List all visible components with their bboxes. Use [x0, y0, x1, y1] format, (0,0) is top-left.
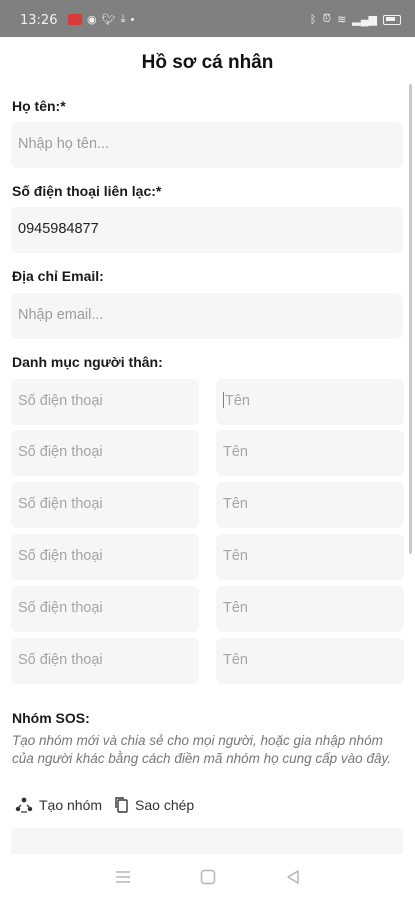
- copy-button[interactable]: Sao chép: [114, 796, 194, 814]
- youtube-icon: [68, 14, 82, 25]
- phone-input[interactable]: 0945984877: [11, 207, 403, 253]
- menu-button[interactable]: [108, 862, 138, 892]
- relative-phone-input[interactable]: Số điện thoại: [11, 379, 199, 425]
- notification-icons: ◉ 🐦︎ ⤓ •: [68, 13, 134, 26]
- relative-name-input[interactable]: Tên: [216, 586, 404, 632]
- signal-icon: ▂▄▆: [352, 14, 377, 26]
- relative-name-input[interactable]: Tên: [216, 379, 404, 425]
- sos-label: Nhóm SOS:: [12, 710, 90, 726]
- sos-group-code-input[interactable]: [11, 828, 403, 854]
- relative-phone-input[interactable]: Số điện thoại: [11, 638, 199, 684]
- battery-icon: [383, 14, 401, 25]
- home-button[interactable]: [193, 862, 223, 892]
- relative-phone-input[interactable]: Số điện thoại: [11, 430, 199, 476]
- system-icons: ᛒ ⏰︎ ≋ ▂▄▆: [310, 13, 401, 26]
- copy-icon: [115, 797, 128, 813]
- email-label: Địa chỉ Email:: [12, 268, 104, 284]
- system-nav-bar: [0, 854, 415, 900]
- home-square-icon: [200, 869, 215, 885]
- relative-name-placeholder: Tên: [225, 393, 250, 409]
- back-button[interactable]: [278, 862, 308, 892]
- relative-phone-input[interactable]: Số điện thoại: [11, 482, 199, 528]
- sos-description: Tạo nhóm mới và chia sẻ cho mọi người, h…: [12, 733, 391, 766]
- bluetooth-icon: ᛒ: [309, 13, 317, 26]
- wifi-icon: ≋: [337, 14, 347, 26]
- phone-label: Số điện thoại liên lạc:*: [12, 183, 162, 199]
- text-caret: [223, 392, 224, 409]
- status-bar: 13:26 ◉ 🐦︎ ⤓ • ᛒ ⏰︎ ≋ ▂▄▆: [0, 0, 415, 37]
- relative-name-input[interactable]: Tên: [216, 430, 404, 476]
- copy-label: Sao chép: [135, 797, 195, 813]
- menu-icon: [115, 871, 130, 883]
- download-icon: ⤓: [120, 13, 126, 25]
- scrollbar[interactable]: [409, 84, 412, 554]
- relative-phone-input[interactable]: Số điện thoại: [11, 586, 199, 632]
- status-time: 13:26: [20, 13, 58, 28]
- email-input[interactable]: Nhập email...: [11, 293, 403, 339]
- page-title: Hồ sơ cá nhân: [141, 52, 274, 73]
- back-triangle-icon: [286, 870, 299, 884]
- relative-name-input[interactable]: Tên: [216, 638, 404, 684]
- relative-phone-input[interactable]: Số điện thoại: [11, 534, 199, 580]
- name-input[interactable]: Nhập họ tên...: [11, 122, 403, 168]
- twitter-icon: 🐦︎: [101, 14, 116, 26]
- more-dot-icon: •: [130, 13, 135, 26]
- relative-name-input[interactable]: Tên: [216, 534, 404, 580]
- group-icon: [15, 797, 33, 813]
- messenger-icon: ◉: [87, 14, 97, 26]
- create-group-label: Tạo nhóm: [39, 797, 103, 813]
- name-label: Họ tên:*: [12, 98, 66, 114]
- relative-name-input[interactable]: Tên: [216, 482, 404, 528]
- sos-actions: Tạo nhóm Sao chép: [14, 796, 194, 814]
- create-group-button[interactable]: Tạo nhóm: [14, 796, 102, 814]
- relatives-label: Danh mục người thân:: [12, 354, 163, 370]
- alarm-icon: ⏰︎: [322, 13, 332, 25]
